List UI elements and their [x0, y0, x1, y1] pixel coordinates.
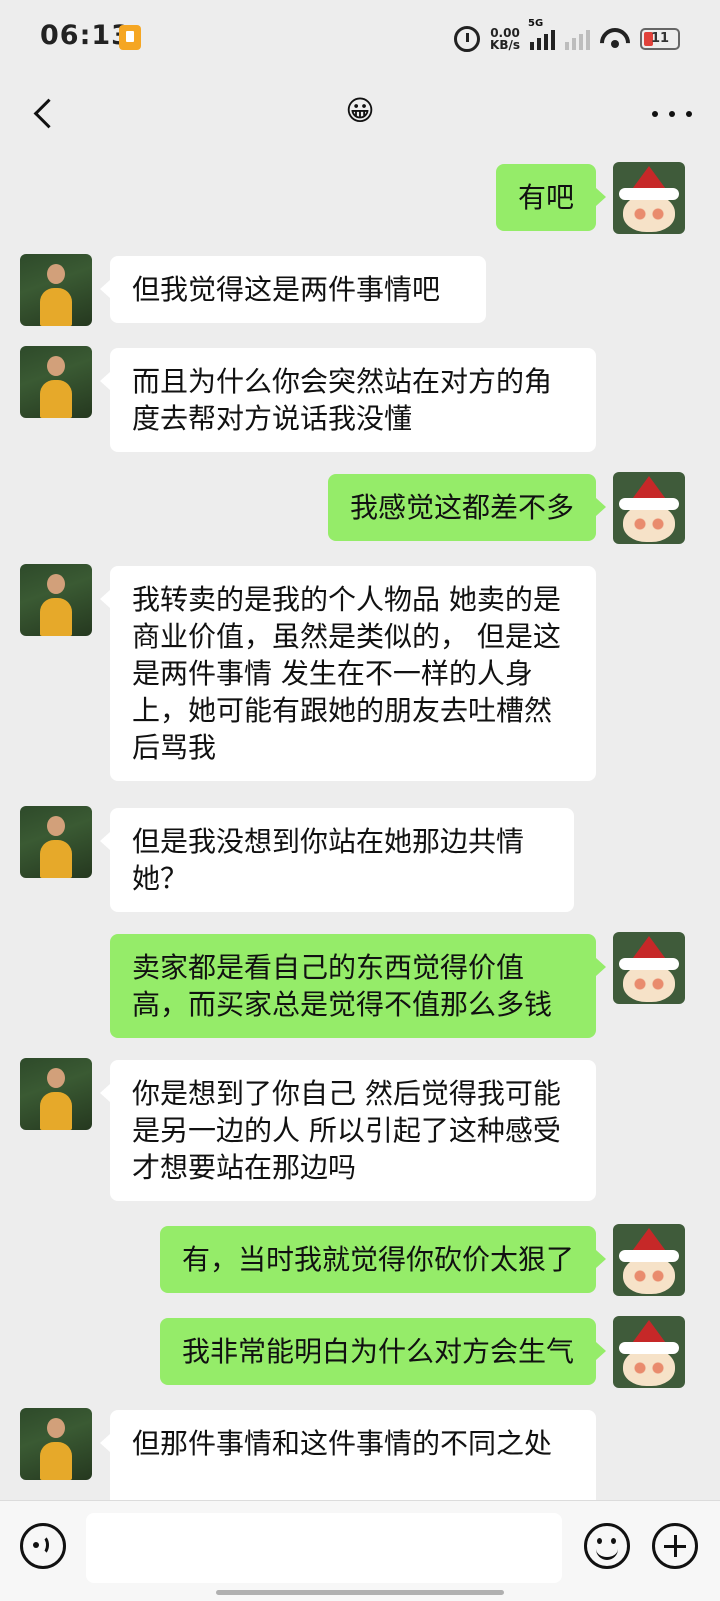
contact-avatar[interactable]	[20, 806, 92, 878]
message-bubble[interactable]: 我感觉这都差不多	[327, 474, 607, 541]
message-input[interactable]	[86, 1513, 562, 1583]
my-avatar[interactable]	[613, 1316, 685, 1388]
my-avatar[interactable]	[613, 472, 685, 544]
contact-avatar[interactable]	[20, 1408, 92, 1480]
my-avatar[interactable]	[613, 932, 685, 1004]
plus-icon[interactable]	[652, 1523, 698, 1569]
status-icons: 0.00 KB/s 5G 11	[454, 18, 680, 56]
chat-title: 😀	[345, 94, 375, 127]
battery-icon: 11	[640, 28, 680, 50]
more-button[interactable]	[652, 104, 692, 124]
my-avatar[interactable]	[613, 1224, 685, 1296]
contact-avatar[interactable]	[20, 1058, 92, 1130]
message-bubble[interactable]: 你是想到了你自己 然后觉得我可能是另一边的人 所以引起了这种感受才想要站在那边吗	[100, 1060, 596, 1201]
message-bubble[interactable]: 我非常能明白为什么对方会生气	[159, 1318, 607, 1385]
message-list[interactable]: 有吧 但我觉得这是两件事情吧 而且为什么你会突然站在对方的角度去帮对方说话我没懂…	[0, 152, 720, 1500]
message-bubble[interactable]: 但那件事情和这件事情的不同之处	[100, 1410, 596, 1500]
signal-type-label: 5G	[528, 18, 544, 29]
message-bubble[interactable]: 卖家都是看自己的东西觉得价值高，而买家总是觉得不值那么多钱	[110, 934, 606, 1038]
battery-level-text: 11	[650, 31, 670, 46]
input-bar	[0, 1500, 720, 1601]
chat-header: 😀	[0, 76, 720, 152]
more-dot	[686, 111, 692, 117]
sim-notification-icon	[119, 25, 141, 50]
contact-avatar[interactable]	[20, 564, 92, 636]
wifi-icon	[600, 28, 630, 50]
contact-avatar[interactable]	[20, 346, 92, 418]
signal-sim2-icon	[565, 28, 590, 50]
more-dot	[652, 111, 658, 117]
message-bubble[interactable]: 而且为什么你会突然站在对方的角度去帮对方说话我没懂	[100, 348, 596, 452]
message-bubble[interactable]: 我转卖的是我的个人物品 她卖的是商业价值，虽然是类似的， 但是这是两件事情 发生…	[100, 566, 596, 781]
message-bubble[interactable]: 有吧	[495, 164, 607, 231]
network-speed-unit: KB/s	[490, 38, 520, 52]
alarm-icon	[454, 26, 481, 52]
my-avatar[interactable]	[613, 162, 685, 234]
voice-icon[interactable]	[20, 1523, 66, 1569]
more-dot	[669, 111, 675, 117]
network-speed: 0.00 KB/s	[490, 27, 520, 51]
status-time: 06:13	[40, 20, 131, 51]
contact-avatar[interactable]	[20, 254, 92, 326]
home-indicator[interactable]	[216, 1590, 504, 1595]
message-bubble[interactable]: 但是我没想到你站在她那边共情她？	[100, 808, 574, 912]
emoji-icon[interactable]	[584, 1523, 630, 1569]
message-bubble[interactable]: 但我觉得这是两件事情吧	[100, 256, 486, 323]
message-bubble[interactable]: 有，当时我就觉得你砍价太狠了	[159, 1226, 607, 1293]
status-bar: 06:13 0.00 KB/s 5G 11	[0, 0, 720, 76]
signal-icon: 5G	[528, 18, 555, 50]
